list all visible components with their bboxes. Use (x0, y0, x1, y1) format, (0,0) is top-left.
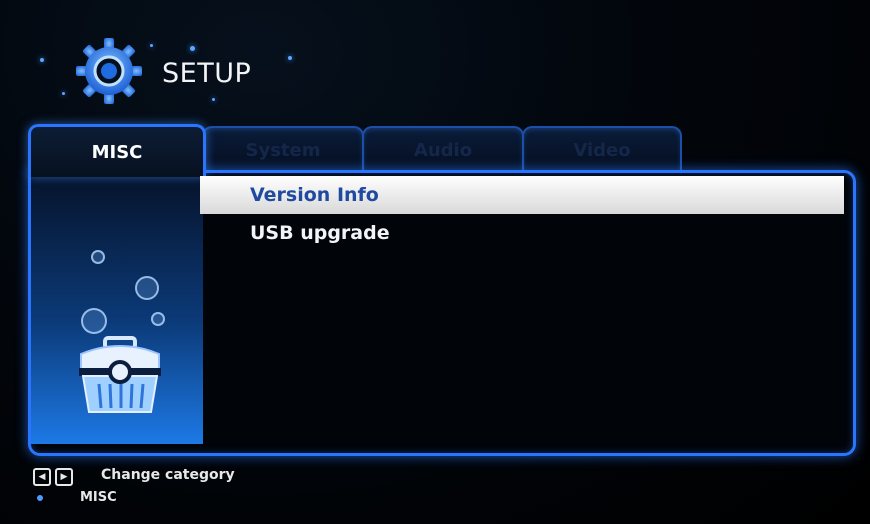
sparkle-decoration (40, 58, 44, 62)
page-title: SETUP (162, 58, 252, 89)
menu-item-version-info[interactable]: Version Info (200, 176, 844, 214)
sparkle-decoration (212, 98, 215, 101)
right-arrow-key-icon: ▶ (55, 468, 73, 486)
tab-audio[interactable]: Audio (362, 126, 524, 174)
status-dot-icon (37, 495, 43, 501)
current-category-label: MISC (80, 490, 117, 505)
setup-screen: SETUP MISC System Audio Video Version In… (0, 0, 870, 524)
left-arrow-key-icon: ◀ (33, 468, 51, 486)
category-panel (28, 172, 203, 444)
sparkle-decoration (150, 44, 153, 47)
menu-item-usb-upgrade[interactable]: USB upgrade (200, 214, 844, 252)
toolbox-icon (79, 336, 161, 413)
bubble-decoration (91, 250, 105, 264)
bubble-decoration (135, 276, 159, 300)
tab-misc[interactable]: MISC (28, 124, 206, 177)
tab-system[interactable]: System (202, 126, 364, 174)
settings-menu: Version Info USB upgrade (200, 176, 844, 252)
gear-icon (76, 38, 142, 104)
tab-video[interactable]: Video (522, 126, 682, 174)
hint-text: Change category (101, 467, 235, 483)
sparkle-decoration (288, 56, 292, 60)
bubble-decoration (81, 308, 107, 334)
sparkle-decoration (190, 46, 195, 51)
bubble-decoration (151, 312, 165, 326)
sparkle-decoration (62, 92, 65, 95)
